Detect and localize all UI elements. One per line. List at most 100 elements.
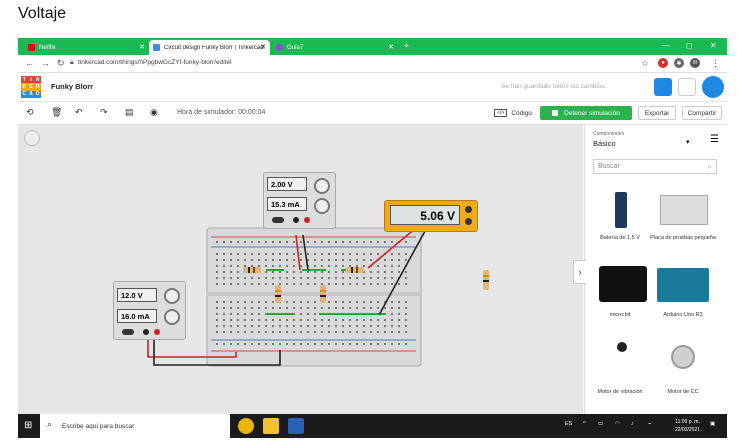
logo-letter: A	[27, 90, 35, 98]
component-label: Arduino Uno R3	[663, 312, 703, 318]
current-knob-icon[interactable]	[164, 309, 180, 325]
close-tab-icon[interactable]: ✕	[388, 43, 394, 51]
terminal-positive[interactable]	[154, 329, 160, 335]
chevron-down-icon[interactable]: ▾	[686, 138, 690, 146]
undo-icon[interactable]: ↶	[75, 107, 83, 118]
tinkercad-icon	[153, 44, 160, 51]
multimeter-knob-icon[interactable]	[465, 206, 472, 213]
close-window-icon[interactable]: ✕	[710, 41, 717, 50]
maximize-icon[interactable]: ◻	[686, 41, 693, 50]
project-name[interactable]: Funky Blorr	[51, 82, 93, 91]
windows-taskbar: ⊞ ⌕ Escribe aquí para buscar ES ^ ▭ ◠ ♪ …	[18, 414, 727, 438]
component-label: Motor de vibración	[597, 389, 643, 395]
voltage-knob-icon[interactable]	[164, 288, 180, 304]
logo-letter: T	[21, 76, 28, 84]
power-switch[interactable]	[272, 217, 284, 223]
component-arduino[interactable]	[657, 268, 709, 302]
tab-guia7[interactable]: Guía7 ✕	[272, 40, 398, 55]
battery-icon[interactable]: ▭	[598, 421, 603, 427]
browser-tab-bar: Netflix ✕ Circuit design Funky Blorr | T…	[18, 38, 727, 55]
minimize-icon[interactable]: —	[662, 41, 670, 50]
tab-tinkercad[interactable]: Circuit design Funky Blorr | Tinkercad ✕	[149, 40, 270, 55]
logo-letter: E	[27, 83, 35, 91]
chrome-icon[interactable]	[238, 418, 254, 434]
delete-icon[interactable]: 🗑︎	[51, 107, 62, 118]
list-view-icon[interactable]: ☰	[710, 134, 719, 145]
search-icon: ⌕	[47, 419, 53, 429]
list-view-icon[interactable]	[678, 78, 696, 96]
multimeter[interactable]: 5.06 V	[384, 200, 478, 232]
file-explorer-icon[interactable]	[263, 418, 279, 434]
power-switch[interactable]	[122, 329, 134, 335]
component-microbit[interactable]	[599, 266, 647, 302]
profile-avatar[interactable]: m	[690, 58, 700, 68]
component-search-box[interactable]: Buscar ⌕	[593, 159, 717, 174]
new-tab-icon[interactable]: +	[404, 41, 409, 50]
redo-icon[interactable]: ↷	[100, 107, 108, 118]
close-tab-icon[interactable]: ✕	[260, 43, 266, 51]
network-icon[interactable]: ⌁	[648, 421, 651, 427]
stop-label: Detener simulación	[564, 109, 620, 117]
reload-icon[interactable]: ↻	[57, 58, 65, 69]
code-label: Código	[511, 109, 532, 117]
multimeter-knob-icon[interactable]	[465, 218, 472, 225]
taskbar-search-text: Escribe aquí para buscar	[62, 422, 135, 430]
component-breadboard[interactable]	[660, 195, 708, 225]
eye-icon[interactable]: ◉	[150, 107, 158, 118]
language-indicator[interactable]: ES	[565, 421, 572, 427]
component-dc-motor[interactable]	[671, 345, 695, 369]
close-tab-icon[interactable]: ✕	[139, 43, 145, 51]
current-knob-icon[interactable]	[314, 198, 330, 214]
forward-icon[interactable]: →	[41, 58, 50, 68]
voltage-display: 2.00 V	[267, 177, 307, 191]
notes-icon[interactable]: ▤	[125, 107, 134, 118]
extension-icon[interactable]: ●	[658, 58, 668, 68]
back-icon[interactable]: ←	[25, 58, 34, 68]
component-battery[interactable]	[615, 192, 627, 228]
category-select[interactable]: Básico	[593, 139, 616, 148]
share-button[interactable]: Compartir	[682, 106, 722, 120]
taskbar-search[interactable]: ⌕ Escribe aquí para buscar	[40, 414, 230, 438]
logo-letter: D	[34, 90, 41, 98]
notifications-icon[interactable]: ▣	[710, 421, 715, 427]
collapse-panel-chevron-icon[interactable]: ›	[573, 260, 586, 284]
user-avatar-icon[interactable]	[702, 76, 724, 98]
bookmark-star-icon[interactable]: ☆	[641, 58, 649, 69]
search-placeholder: Buscar	[598, 163, 620, 170]
bug-icon[interactable]	[654, 78, 672, 96]
rotate-icon[interactable]: ⟲	[26, 107, 34, 118]
power-supply-2v[interactable]: 2.00 V 15.3 mA	[263, 172, 336, 229]
circuit-drawing	[147, 221, 489, 367]
url-field[interactable]: tinkercad.com/things/hPpgbwGcZYf-funky-b…	[78, 59, 232, 66]
tray-chevron-icon[interactable]: ^	[583, 421, 586, 427]
component-label: Motor de CC	[667, 389, 699, 395]
terminal-negative[interactable]	[293, 217, 299, 223]
tab-label: Circuit design Funky Blorr | Tinkercad	[164, 44, 264, 51]
code-button[interactable]: </> Código	[490, 106, 536, 120]
power-supply-12v[interactable]: 12.0 V 16.0 mA	[113, 281, 186, 340]
word-icon[interactable]	[288, 418, 304, 434]
volume-icon[interactable]: ♪	[631, 421, 634, 427]
guia-icon	[276, 44, 283, 51]
voltage-display: 12.0 V	[117, 288, 157, 302]
screenshot: Netflix ✕ Circuit design Funky Blorr | T…	[18, 38, 727, 438]
windows-start-icon[interactable]: ⊞	[24, 420, 32, 431]
terminal-positive[interactable]	[304, 217, 310, 223]
clock-time: 11:09 p. m.	[675, 419, 700, 425]
netflix-icon	[28, 44, 35, 51]
puzzle-icon[interactable]: ✱	[674, 58, 684, 68]
circuit-canvas[interactable]: 2.00 V 15.3 mA 12.0 V 16.0 mA 5.06 V	[18, 125, 583, 414]
terminal-negative[interactable]	[143, 329, 149, 335]
clock-date: 22/03/2021	[675, 427, 701, 433]
export-button[interactable]: Exportar	[638, 106, 676, 120]
stop-simulation-button[interactable]: Detener simulación	[540, 106, 632, 120]
voltage-knob-icon[interactable]	[314, 178, 330, 194]
wifi-icon[interactable]: ◠	[615, 421, 620, 427]
tinkercad-logo[interactable]: T I N K E R C A D	[21, 76, 41, 98]
current-display: 15.3 mA	[267, 197, 307, 211]
component-vibration-motor[interactable]	[617, 342, 627, 352]
menu-dots-icon[interactable]: ⋮	[711, 58, 720, 69]
tab-netflix[interactable]: Netflix ✕	[24, 40, 149, 55]
logo-letter: I	[27, 76, 35, 84]
taskbar-clock[interactable]: 11:09 p. m. 22/03/2021	[675, 418, 700, 434]
